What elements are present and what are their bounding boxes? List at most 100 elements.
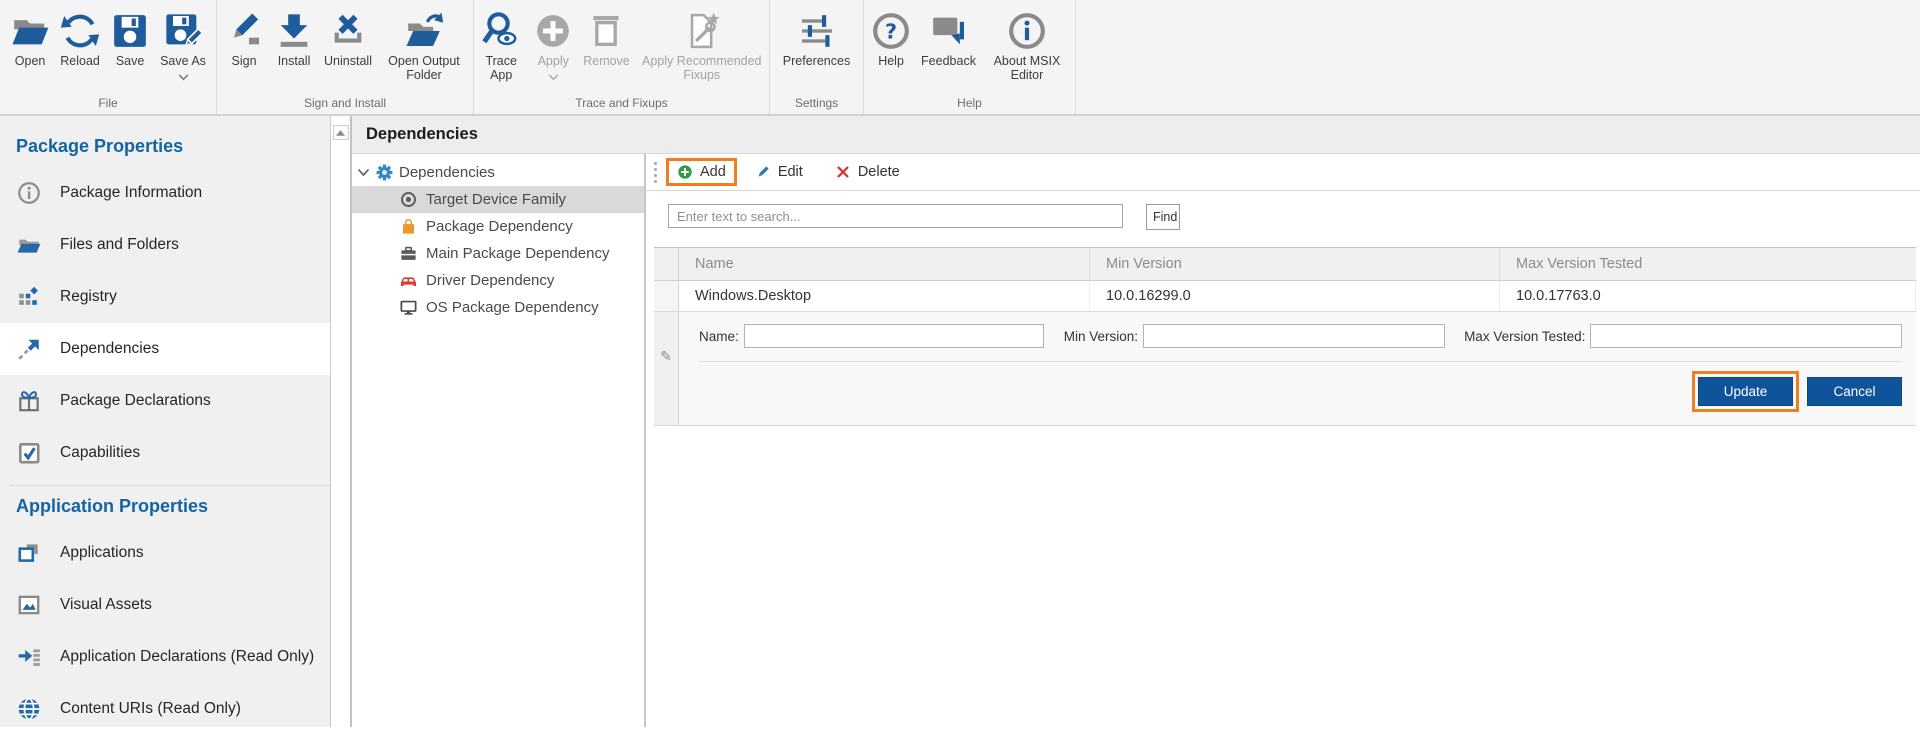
column-header-max-version-tested[interactable]: Max Version Tested — [1500, 248, 1916, 280]
cell-min-version: 10.0.16299.0 — [1090, 281, 1500, 311]
sidebar-item-application-declarations[interactable]: Application Declarations (Read Only) — [0, 631, 330, 683]
edit-button[interactable]: Edit — [747, 161, 811, 183]
sidebar-item-dependencies[interactable]: Dependencies — [0, 323, 330, 375]
apply-recommended-fixups-button[interactable]: Apply Recommended Fixups — [635, 6, 769, 84]
sidebar-divider — [10, 485, 330, 486]
open-output-folder-button-label: Open Output Folder — [382, 54, 466, 82]
sidebar-heading-application-properties: Application Properties — [0, 488, 330, 527]
row-indicator-cell — [654, 281, 679, 311]
tree-item-target-device-family[interactable]: Target Device Family — [352, 186, 644, 213]
delete-button[interactable]: Delete — [827, 161, 908, 183]
edit-row-indicator: ✎ — [654, 312, 679, 425]
msix-editor-window: Open Reload Save Save As File — [0, 0, 1920, 729]
ribbon-group-label-trace-fixups: Trace and Fixups — [474, 93, 769, 114]
scrollbar-up-arrow[interactable] — [333, 125, 349, 140]
tree-item-package-dependency[interactable]: Package Dependency — [352, 213, 644, 240]
apply-button[interactable]: Apply — [528, 6, 578, 88]
table-header-row: Name Min Version Max Version Tested — [654, 248, 1916, 281]
tree-item-label: Main Package Dependency — [426, 245, 609, 262]
sidebar-item-content-uris[interactable]: Content URIs (Read Only) — [0, 683, 330, 729]
main-panel: Dependencies Dependencies Target Device … — [350, 116, 1920, 727]
update-button[interactable]: Update — [1698, 377, 1793, 406]
find-button[interactable]: Find — [1146, 204, 1180, 230]
tree-item-label: Driver Dependency — [426, 272, 554, 289]
sidebar: Package Properties Package Information F… — [0, 116, 330, 727]
column-header-min-version[interactable]: Min Version — [1090, 248, 1500, 280]
add-button[interactable]: Add — [671, 162, 732, 182]
apply-button-label: Apply — [538, 54, 569, 68]
remove-button[interactable]: Remove — [578, 6, 635, 70]
edit-button-label: Edit — [778, 164, 803, 180]
install-button-label: Install — [278, 54, 311, 68]
sidebar-item-registry[interactable]: Registry — [0, 271, 330, 323]
sign-pencil-icon — [224, 8, 264, 54]
sign-button[interactable]: Sign — [219, 6, 269, 70]
dependencies-arrow-icon — [16, 336, 42, 362]
tree-root-dependencies[interactable]: Dependencies — [352, 159, 644, 186]
about-msix-editor-button[interactable]: About MSIX Editor — [981, 6, 1073, 84]
sidebar-item-label: Application Declarations (Read Only) — [60, 648, 314, 666]
save-button[interactable]: Save — [105, 6, 155, 70]
feedback-button[interactable]: Feedback — [916, 6, 981, 70]
ribbon: Open Reload Save Save As File — [0, 0, 1920, 116]
min-version-field[interactable] — [1143, 324, 1445, 348]
sidebar-item-package-information[interactable]: Package Information — [0, 167, 330, 219]
sidebar-item-label: Visual Assets — [60, 596, 152, 614]
tree-item-main-package-dependency[interactable]: Main Package Dependency — [352, 240, 644, 267]
table-row[interactable]: Windows.Desktop 10.0.16299.0 10.0.17763.… — [654, 281, 1916, 312]
ribbon-group-label-help: Help — [864, 93, 1075, 114]
tree-item-driver-dependency[interactable]: Driver Dependency — [352, 267, 644, 294]
sidebar-item-package-declarations[interactable]: Package Declarations — [0, 375, 330, 427]
sidebar-scrollbar[interactable] — [330, 116, 350, 727]
save-as-icon — [163, 8, 203, 54]
sidebar-item-files-and-folders[interactable]: Files and Folders — [0, 219, 330, 271]
drag-handle-dots-icon[interactable] — [654, 162, 657, 183]
about-info-icon — [1007, 8, 1047, 54]
sidebar-item-visual-assets[interactable]: Visual Assets — [0, 579, 330, 631]
detail-toolbar: Add Edit Delete — [646, 154, 1920, 191]
save-as-button[interactable]: Save As — [155, 6, 211, 88]
help-button[interactable]: ? Help — [866, 6, 916, 70]
open-button[interactable]: Open — [5, 6, 55, 70]
save-icon — [110, 8, 150, 54]
reload-icon — [60, 8, 100, 54]
install-button[interactable]: Install — [269, 6, 319, 70]
remove-trash-icon — [586, 8, 626, 54]
gear-icon — [375, 163, 394, 182]
trace-app-button[interactable]: Trace App — [474, 6, 528, 84]
monitor-icon — [399, 298, 418, 317]
search-input[interactable] — [668, 204, 1123, 228]
preferences-button-label: Preferences — [783, 54, 850, 68]
sidebar-item-label: Applications — [60, 544, 144, 562]
ribbon-group-label-sign-install: Sign and Install — [217, 93, 473, 114]
help-button-label: Help — [878, 54, 904, 68]
arrow-list-icon — [16, 644, 42, 670]
sidebar-item-capabilities[interactable]: Capabilities — [0, 427, 330, 479]
chevron-down-icon[interactable] — [357, 168, 370, 177]
cell-name: Windows.Desktop — [679, 281, 1090, 311]
preferences-button[interactable]: Preferences — [778, 6, 855, 70]
uninstall-button[interactable]: Uninstall — [319, 6, 377, 70]
folder-icon — [16, 232, 42, 258]
checkbox-icon — [16, 440, 42, 466]
name-field-label: Name: — [699, 329, 739, 344]
save-as-button-label: Save As — [160, 54, 206, 68]
cancel-button[interactable]: Cancel — [1807, 377, 1902, 406]
tree-root-label: Dependencies — [399, 164, 495, 181]
max-version-field[interactable] — [1590, 324, 1902, 348]
tree-item-label: Package Dependency — [426, 218, 573, 235]
search-row: Find — [668, 204, 1920, 230]
open-output-folder-button[interactable]: Open Output Folder — [377, 6, 471, 84]
sidebar-item-applications[interactable]: Applications — [0, 527, 330, 579]
ribbon-group-file: Open Reload Save Save As File — [0, 0, 217, 114]
reload-button[interactable]: Reload — [55, 6, 105, 70]
cell-max-version-tested: 10.0.17763.0 — [1500, 281, 1916, 311]
row-edit-panel: ✎ Name: Min Version: Max Version Tested: — [654, 312, 1916, 426]
tree-item-os-package-dependency[interactable]: OS Package Dependency — [352, 294, 644, 321]
image-icon — [16, 592, 42, 618]
sidebar-item-label: Content URIs (Read Only) — [60, 700, 241, 718]
column-header-name[interactable]: Name — [679, 248, 1090, 280]
open-output-folder-icon — [404, 8, 444, 54]
sidebar-item-label: Registry — [60, 288, 117, 306]
name-field[interactable] — [744, 324, 1044, 348]
